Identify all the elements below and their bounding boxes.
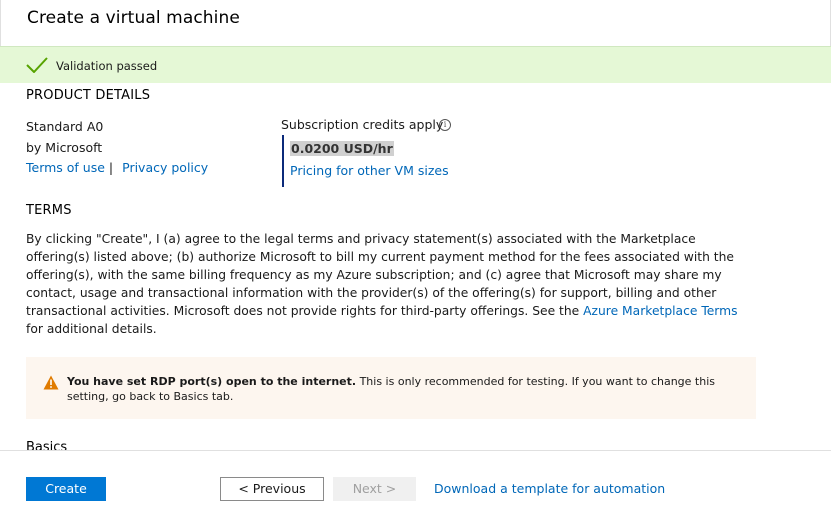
terms-text-suffix: for additional details. — [26, 322, 157, 336]
marketplace-terms-link[interactable]: Azure Marketplace Terms — [583, 304, 737, 318]
info-icon[interactable]: i — [439, 119, 451, 131]
page-header: Create a virtual machine — [0, 0, 831, 46]
terms-heading: TERMS — [26, 203, 72, 218]
checkmark-icon — [26, 57, 48, 73]
terms-of-use-link[interactable]: Terms of use — [26, 160, 105, 175]
footer-bar: Create < Previous Next > Download a temp… — [0, 450, 831, 515]
price-divider — [282, 135, 284, 187]
download-template-link[interactable]: Download a template for automation — [434, 481, 665, 496]
rdp-warning: You have set RDP port(s) open to the int… — [26, 357, 756, 419]
page-title: Create a virtual machine — [27, 8, 240, 28]
previous-button[interactable]: < Previous — [220, 477, 324, 501]
warning-icon — [43, 375, 59, 390]
product-links: Terms of use | Privacy policy — [26, 160, 208, 175]
privacy-policy-link[interactable]: Privacy policy — [122, 160, 208, 175]
product-name: Standard A0 — [26, 119, 104, 134]
create-button[interactable]: Create — [26, 477, 106, 501]
validation-message: Validation passed — [56, 59, 158, 73]
link-separator: | — [108, 160, 114, 175]
warning-message: You have set RDP port(s) open to the int… — [67, 374, 747, 404]
price-value: 0.0200 USD/hr — [290, 141, 394, 156]
credits-label: Subscription credits apply — [281, 117, 444, 132]
validation-banner: Validation passed — [0, 46, 831, 83]
terms-text: By clicking "Create", I (a) agree to the… — [26, 230, 746, 338]
next-button: Next > — [333, 477, 416, 501]
warning-bold: You have set RDP port(s) open to the int… — [67, 375, 357, 388]
product-details-heading: PRODUCT DETAILS — [26, 88, 151, 103]
basics-heading: Basics — [26, 440, 68, 450]
pricing-link[interactable]: Pricing for other VM sizes — [290, 163, 449, 178]
product-publisher: by Microsoft — [26, 140, 103, 155]
review-content[interactable]: PRODUCT DETAILS Standard A0 by Microsoft… — [0, 83, 831, 450]
